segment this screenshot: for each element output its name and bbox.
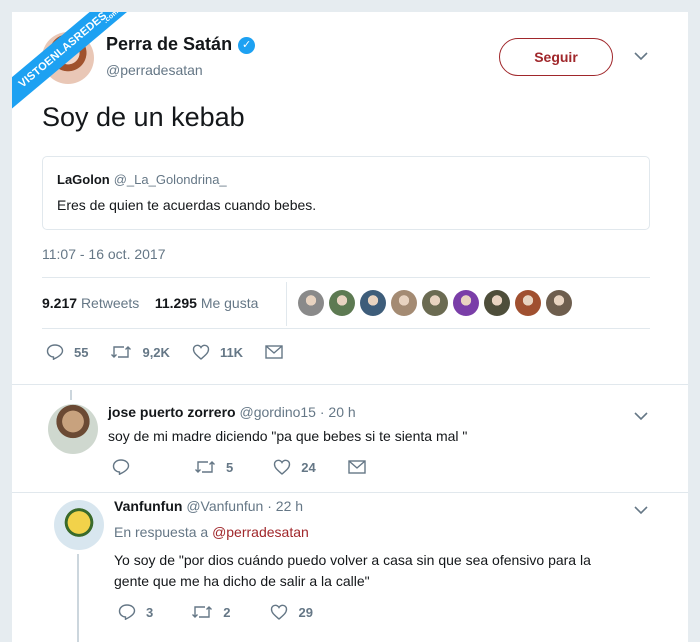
in-reply-to-label: En respuesta a [114, 524, 209, 540]
reply-button[interactable]: 55 [46, 344, 88, 360]
like-button[interactable]: 29 [270, 604, 313, 620]
envelope-icon [265, 345, 283, 359]
follow-button[interactable]: Seguir [499, 38, 613, 76]
liker-avatar[interactable] [298, 290, 324, 316]
reply-icon [112, 459, 130, 475]
author-name-text[interactable]: Perra de Satán [106, 34, 232, 54]
reply-author[interactable]: jose puerto zorrero @gordino15 · 20 h [108, 404, 356, 420]
likes-label[interactable]: Me gusta [201, 295, 259, 311]
chevron-down-icon[interactable] [634, 408, 648, 424]
in-reply-to-mention[interactable]: @perradesatan [212, 524, 309, 540]
tweet-actions: 55 9,2K 11K [46, 344, 315, 360]
stats-divider [286, 282, 287, 326]
verified-badge-icon: ✓ [238, 37, 256, 54]
reply-author-name[interactable]: Vanfunfun [114, 498, 182, 514]
reply-actions: 3 2 29 [118, 604, 335, 620]
dm-button[interactable] [348, 460, 376, 474]
chevron-down-icon[interactable] [634, 502, 648, 518]
reply-author-name[interactable]: jose puerto zorrero [108, 404, 236, 420]
author-handle[interactable]: @perradesatan [106, 62, 203, 78]
reply-author[interactable]: Vanfunfun @Vanfunfun · 22 h [114, 498, 303, 514]
reply-text-line: Yo soy de "por dios cuándo puedo volver … [114, 552, 591, 568]
liker-avatar[interactable] [360, 290, 386, 316]
heart-icon [274, 459, 291, 475]
quote-author-name[interactable]: LaGolon [57, 172, 110, 187]
reply-button[interactable] [112, 459, 140, 475]
retweet-button[interactable]: 5 [194, 459, 233, 475]
like-count: 11K [219, 344, 244, 360]
reply-icon [46, 344, 64, 360]
quoted-tweet[interactable]: LaGolon @_La_Golondrina_ Eres de quien te… [42, 156, 650, 230]
author-name[interactable]: Perra de Satán ✓ [106, 34, 256, 55]
liker-avatar[interactable] [515, 290, 541, 316]
heart-icon [192, 344, 210, 360]
retweet-icon [192, 606, 213, 618]
reply-text: soy de mi madre diciendo "pa que bebes s… [108, 428, 468, 444]
reply-text-line: gente que me ha dicho de salir a la call… [114, 573, 370, 589]
liker-avatar[interactable] [453, 290, 479, 316]
retweet-button[interactable]: 9,2K [110, 344, 170, 360]
tweet-card: Perra de Satán ✓ @perradesatan Seguir Soy… [12, 12, 688, 642]
like-button[interactable]: 24 [273, 459, 316, 475]
divider [42, 277, 650, 278]
liker-avatar[interactable] [329, 290, 355, 316]
retweet-icon [195, 461, 215, 473]
reply-author-handle: @Vanfunfun [186, 498, 264, 514]
like-count: 29 [298, 604, 313, 620]
thread-line [77, 554, 79, 642]
reply-icon [118, 604, 136, 620]
likes-count[interactable]: 11.295 [155, 295, 197, 311]
reply-time[interactable]: · 22 h [267, 498, 303, 514]
liker-avatar[interactable] [546, 290, 572, 316]
quote-author-handle: @_La_Golondrina_ [113, 172, 227, 187]
reply-author-handle: @gordino15 [239, 404, 316, 420]
divider [12, 492, 688, 493]
reply-actions: 5 24 [112, 459, 398, 475]
like-button[interactable]: 11K [192, 344, 243, 360]
quote-text: Eres de quien te acuerdas cuando bebes. [57, 197, 317, 213]
tweet-timestamp[interactable]: 11:07 - 16 oct. 2017 [42, 246, 166, 262]
envelope-icon [348, 460, 366, 474]
reply-avatar[interactable] [54, 500, 104, 550]
heart-icon [271, 604, 288, 620]
divider [42, 328, 650, 329]
retweet-icon [111, 346, 132, 358]
liker-avatar[interactable] [484, 290, 510, 316]
retweet-count: 5 [226, 459, 234, 475]
reply-count: 3 [146, 604, 154, 620]
retweets-label[interactable]: Retweets [81, 295, 139, 311]
thread-line [70, 390, 72, 400]
retweet-count: 2 [223, 604, 231, 620]
like-count: 24 [301, 459, 316, 475]
tweet-stats: 9.217 Retweets 11.295 Me gusta [42, 295, 258, 311]
divider [12, 384, 688, 385]
dm-button[interactable] [265, 345, 293, 359]
retweet-button[interactable]: 2 [191, 604, 230, 620]
liker-avatar[interactable] [391, 290, 417, 316]
reply-count: 55 [74, 344, 89, 360]
reply-time[interactable]: · 20 h [320, 404, 356, 420]
retweets-count[interactable]: 9.217 [42, 295, 77, 311]
retweet-count: 9,2K [142, 344, 170, 360]
reply-button[interactable]: 3 [118, 604, 153, 620]
reply-avatar[interactable] [48, 404, 98, 454]
chevron-down-icon[interactable] [634, 48, 648, 64]
liker-avatar[interactable] [422, 290, 448, 316]
in-reply-to: En respuesta a @perradesatan [114, 524, 309, 540]
liker-avatars [298, 290, 577, 316]
tweet-text: Soy de un kebab [42, 102, 245, 132]
